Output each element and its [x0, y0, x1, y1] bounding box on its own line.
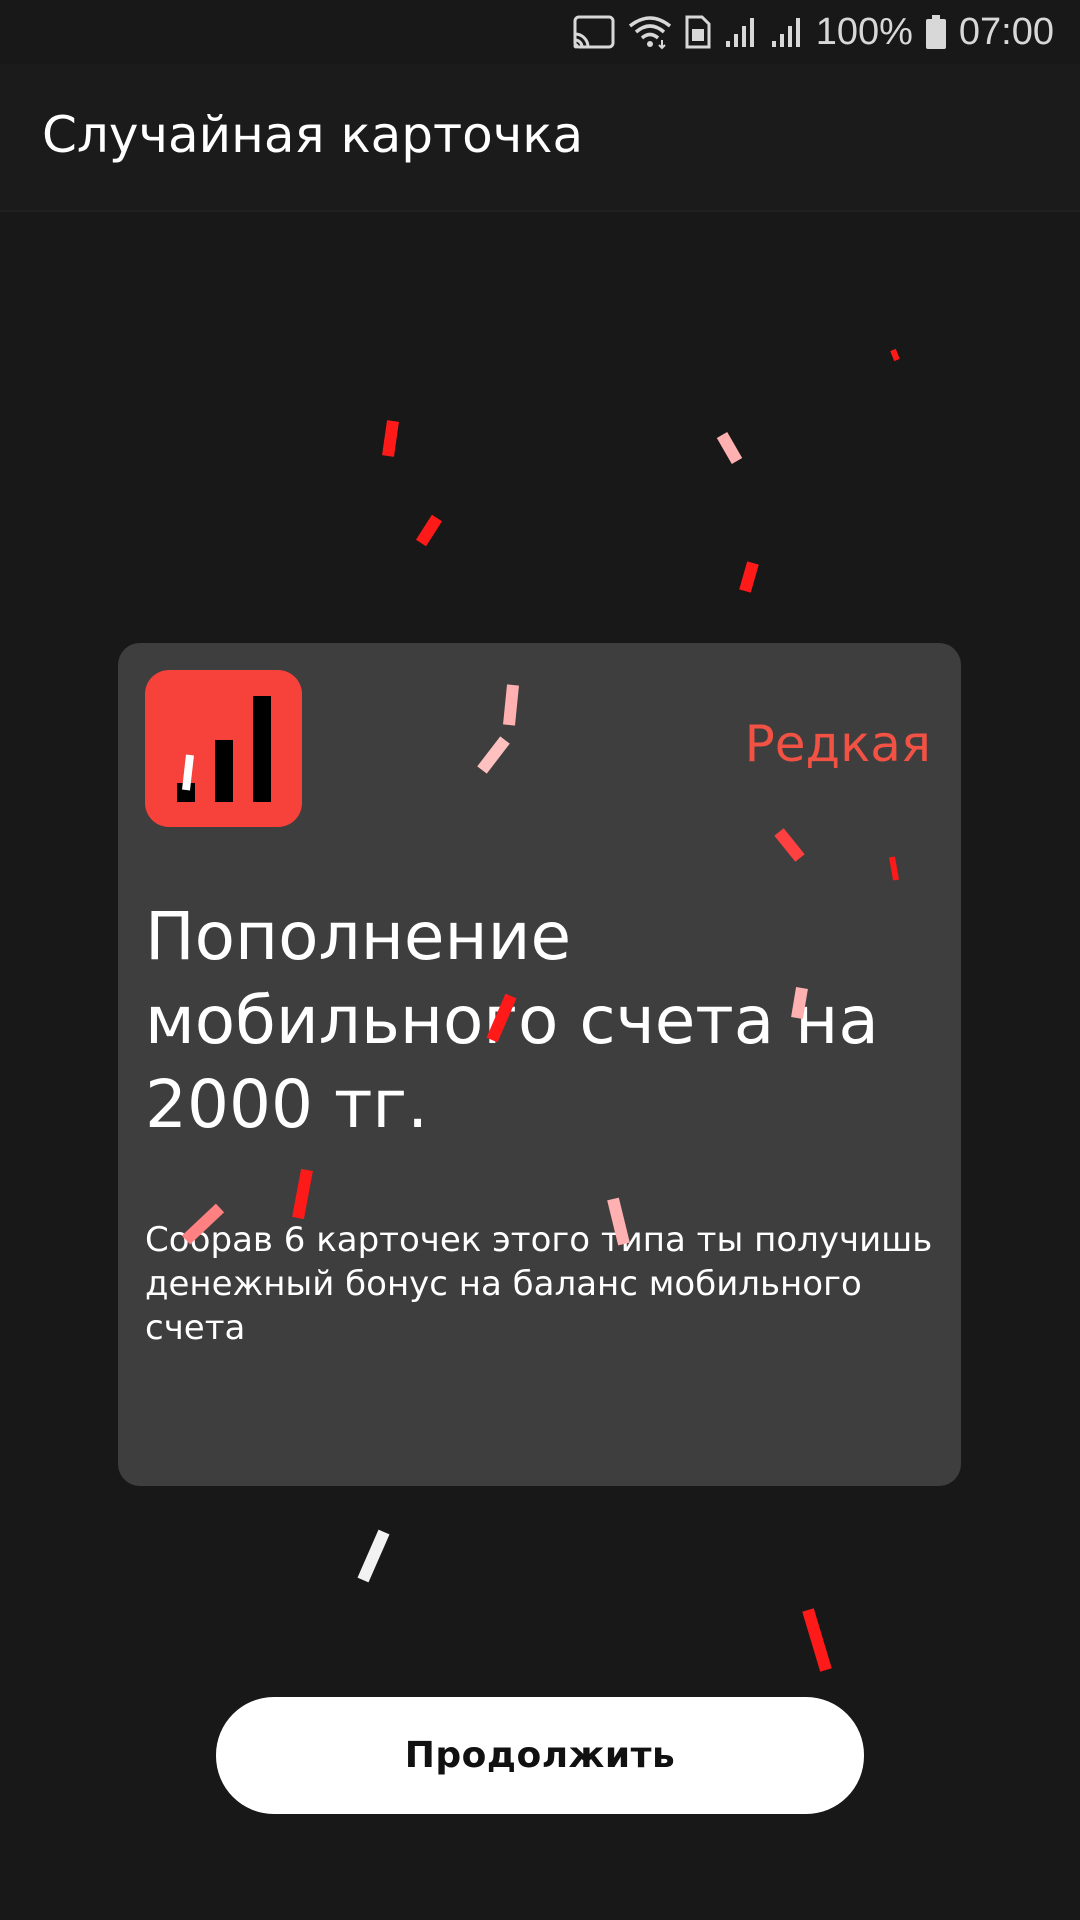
continue-button[interactable]: Продолжить — [216, 1697, 864, 1814]
sim-icon — [684, 14, 712, 50]
status-bar: 100% 07:00 — [0, 0, 1080, 64]
confetti-piece — [716, 432, 743, 464]
confetti-piece — [890, 348, 900, 362]
card-title: Пополнение мобильного счета на 2000 тг. — [145, 898, 879, 1143]
page-title: Случайная карточка — [42, 106, 584, 164]
clock: 07:00 — [958, 10, 1054, 53]
card-description: Собрав 6 карточек этого типа ты получишь… — [145, 1220, 933, 1348]
battery-percent: 100% — [815, 10, 913, 53]
status-indicators: 100% 07:00 — [572, 8, 1054, 56]
bar-chart-icon — [145, 670, 302, 827]
app-bar: Случайная карточка — [0, 64, 1080, 212]
confetti-piece — [739, 561, 759, 593]
confetti-piece — [415, 514, 443, 547]
signal-icon — [770, 15, 804, 49]
cast-icon — [572, 14, 616, 50]
battery-icon — [925, 14, 947, 50]
confetti-piece — [382, 420, 399, 457]
reward-card: Редкая Пополнение мобильного счета на 20… — [118, 643, 961, 1486]
confetti-piece — [357, 1529, 390, 1583]
rarity-badge: Редкая — [744, 715, 931, 773]
confetti-piece — [802, 1608, 832, 1672]
wifi-icon — [628, 14, 672, 50]
signal-icon — [724, 15, 758, 49]
